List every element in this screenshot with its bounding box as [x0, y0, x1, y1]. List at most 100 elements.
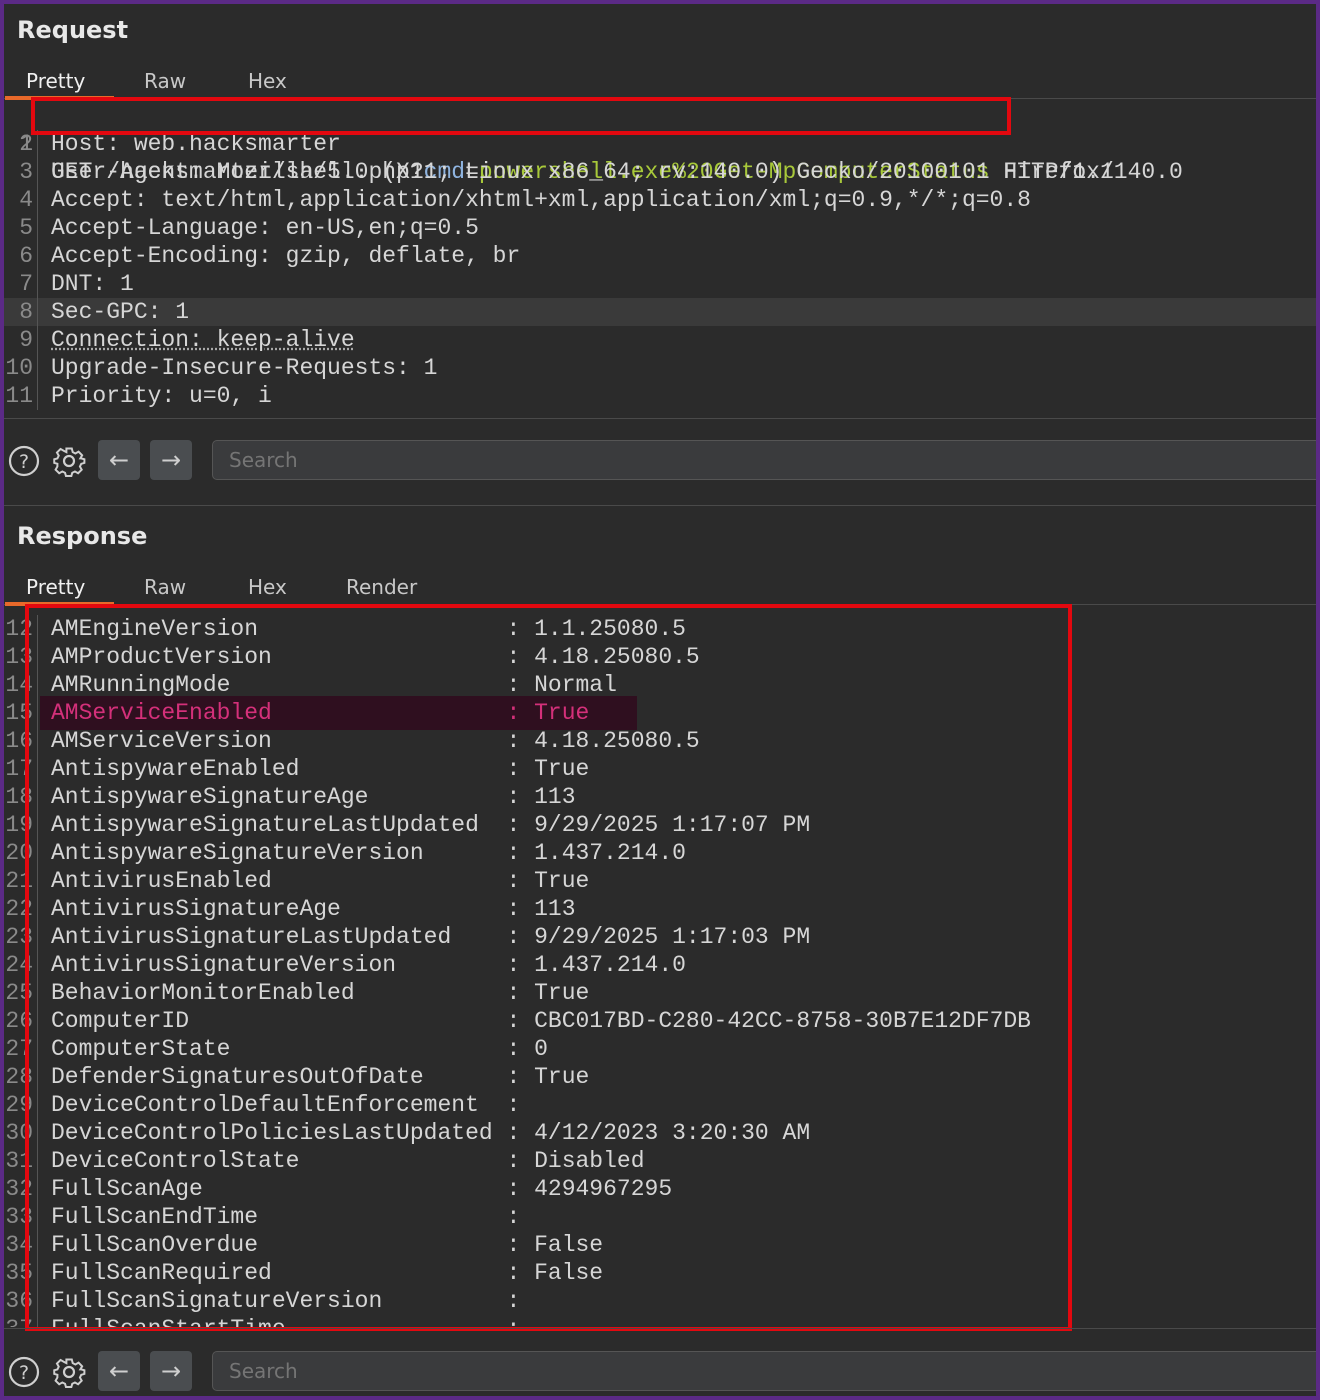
- property-name: AntivirusSignatureLastUpdated: [51, 924, 452, 950]
- forward-button[interactable]: →: [150, 1351, 192, 1391]
- request-line: 2 Host: web.hacksmarter: [4, 130, 1316, 158]
- line-number: 6: [4, 242, 38, 270]
- separator: :: [271, 644, 535, 670]
- line-number: 13: [4, 643, 38, 671]
- property-value: False: [534, 1232, 604, 1258]
- line-number: 12: [4, 615, 38, 643]
- search-input[interactable]: [212, 440, 1316, 480]
- property-value: True: [534, 700, 590, 726]
- line-number: 7: [4, 270, 38, 298]
- line-number: 2: [4, 130, 38, 158]
- arrow-right-icon: →: [160, 1357, 182, 1385]
- gear-icon[interactable]: [52, 444, 86, 478]
- tab-hex[interactable]: Hex: [248, 569, 287, 605]
- response-line: 24 AntivirusSignatureVersion : 1.437.214.…: [4, 951, 1316, 979]
- separator: :: [202, 1176, 535, 1202]
- help-icon[interactable]: ?: [7, 444, 41, 478]
- property-name: AntispywareEnabled: [51, 756, 300, 782]
- property-name: AMRunningMode: [51, 672, 231, 698]
- back-button[interactable]: ←: [98, 1351, 140, 1391]
- header-text: Connection: keep-alive: [51, 327, 355, 353]
- response-line: 26 ComputerID : CBC017BD-C280-42CC-8758-3…: [4, 1007, 1316, 1035]
- line-number: 37: [4, 1315, 38, 1327]
- separator: :: [189, 1008, 535, 1034]
- line-number: 36: [4, 1287, 38, 1315]
- separator: :: [478, 1092, 535, 1118]
- property-value: 113: [534, 784, 576, 810]
- property-value: Disabled: [534, 1148, 645, 1174]
- property-value: 1.437.214.0: [534, 840, 686, 866]
- property-value: CBC017BD-C280-42CC-8758-30B7E12DF7DB: [534, 1008, 1031, 1034]
- response-line: 12 AMEngineVersion : 1.1.25080.5: [4, 615, 1316, 643]
- response-line: 23 AntivirusSignatureLastUpdated : 9/29/2…: [4, 923, 1316, 951]
- back-button[interactable]: ←: [98, 440, 140, 480]
- response-line: 17 AntispywareEnabled : True: [4, 755, 1316, 783]
- property-value: True: [534, 1064, 590, 1090]
- property-value: 9/29/2025 1:17:03 PM: [534, 924, 811, 950]
- separator: :: [271, 868, 535, 894]
- line-number: 32: [4, 1175, 38, 1203]
- property-name: AntivirusSignatureVersion: [51, 952, 397, 978]
- property-name: DeviceControlDefaultEnforcement: [51, 1092, 479, 1118]
- header-text: Accept-Language: en-US,en;q=0.5: [51, 215, 479, 241]
- header-text: Accept-Encoding: gzip, deflate, br: [51, 243, 521, 269]
- response-line: 25 BehaviorMonitorEnabled : True: [4, 979, 1316, 1007]
- line-number: 23: [4, 923, 38, 951]
- tab-pretty[interactable]: Pretty: [26, 569, 85, 605]
- property-name: AMServiceVersion: [51, 728, 272, 754]
- request-title: Request: [17, 16, 129, 44]
- gear-icon[interactable]: [52, 1355, 86, 1389]
- request-line: 3 User-Agent: Mozilla/5.0 (X11; Linux x86…: [4, 158, 1316, 186]
- line-number: 16: [4, 727, 38, 755]
- separator: :: [423, 1064, 535, 1090]
- line-number: 28: [4, 1063, 38, 1091]
- response-line: 27 ComputerState : 0: [4, 1035, 1316, 1063]
- forward-button[interactable]: →: [150, 440, 192, 480]
- line-number: 8: [4, 298, 38, 326]
- tab-raw[interactable]: Raw: [144, 569, 186, 605]
- request-tabs: Pretty Raw Hex: [4, 63, 1316, 100]
- header-text: Sec-GPC: 1: [51, 299, 190, 325]
- response-line: 14 AMRunningMode : Normal: [4, 671, 1316, 699]
- separator: :: [230, 672, 535, 698]
- separator: :: [230, 1036, 535, 1062]
- separator: :: [423, 840, 535, 866]
- property-name: AntivirusSignatureAge: [51, 896, 341, 922]
- header-text: User-Agent: Mozilla/5.0 (X11; Linux x86_…: [51, 159, 1183, 185]
- line-number: 17: [4, 755, 38, 783]
- property-name: FullScanStartTime: [51, 1316, 286, 1327]
- response-line: 34 FullScanOverdue : False: [4, 1231, 1316, 1259]
- request-toolbar: ? ← →: [4, 438, 1316, 484]
- separator: :: [340, 896, 535, 922]
- separator: :: [258, 1232, 535, 1258]
- separator: :: [368, 784, 535, 810]
- response-line: 22 AntivirusSignatureAge : 113: [4, 895, 1316, 923]
- tab-raw[interactable]: Raw: [144, 63, 186, 99]
- request-line: 11 Priority: u=0, i: [4, 382, 1316, 410]
- response-editor[interactable]: 12 AMEngineVersion : 1.1.25080.5 13 AMProdu…: [4, 615, 1316, 1327]
- property-name: FullScanAge: [51, 1176, 203, 1202]
- tab-render[interactable]: Render: [346, 569, 417, 605]
- line-number: 5: [4, 214, 38, 242]
- divider: [4, 418, 1316, 419]
- response-line: 30 DeviceControlPoliciesLastUpdated : 4/1…: [4, 1119, 1316, 1147]
- property-name: DefenderSignaturesOutOfDate: [51, 1064, 424, 1090]
- property-name: FullScanRequired: [51, 1260, 272, 1286]
- search-input[interactable]: [212, 1351, 1316, 1391]
- property-name: ComputerState: [51, 1036, 231, 1062]
- arrow-left-icon: ←: [108, 446, 130, 474]
- line-number: 15: [4, 699, 38, 727]
- active-tab-indicator: [5, 96, 114, 100]
- help-icon[interactable]: ?: [7, 1355, 41, 1389]
- response-line: 13 AMProductVersion : 4.18.25080.5: [4, 643, 1316, 671]
- response-line: 19 AntispywareSignatureLastUpdated : 9/29…: [4, 811, 1316, 839]
- line-number: 26: [4, 1007, 38, 1035]
- request-editor[interactable]: 1 GET /hacksmarter/shell.php?cmd=powersh…: [4, 102, 1316, 418]
- tab-pretty[interactable]: Pretty: [26, 63, 85, 99]
- divider: [4, 1328, 1316, 1329]
- separator: :: [451, 924, 535, 950]
- tab-hex[interactable]: Hex: [248, 63, 287, 99]
- line-number: 18: [4, 783, 38, 811]
- property-name: AntispywareSignatureLastUpdated: [51, 812, 479, 838]
- response-title: Response: [17, 522, 148, 550]
